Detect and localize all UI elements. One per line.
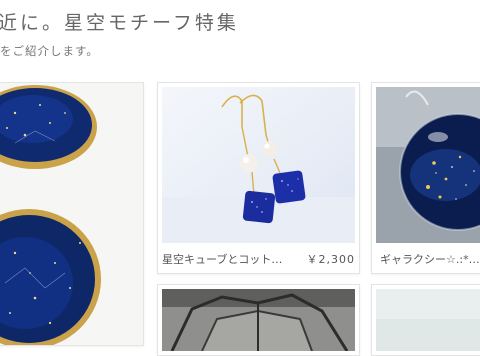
product-card[interactable]: ギャラクシー☆.:*… <box>371 82 480 274</box>
page-subtitle: をご紹介します。 <box>0 44 99 58</box>
product-price: ￥2,300 <box>306 253 355 266</box>
product-image[interactable] <box>376 87 480 243</box>
product-card[interactable] <box>371 284 480 356</box>
product-card[interactable] <box>0 82 144 346</box>
product-caption[interactable]: 星空キューブとコット… ￥2,300 <box>162 251 355 267</box>
product-name[interactable]: 星空キューブとコット… <box>162 251 282 267</box>
product-card[interactable]: 星空キューブとコット… ￥2,300 <box>157 82 360 274</box>
page-title: 近に。星空モチーフ特集 <box>0 12 239 34</box>
product-caption[interactable]: ギャラクシー☆.:*… <box>380 251 480 267</box>
product-image[interactable] <box>162 87 355 243</box>
product-image[interactable] <box>376 289 480 351</box>
product-image[interactable] <box>162 289 355 351</box>
product-image[interactable] <box>0 83 143 345</box>
product-card[interactable] <box>157 284 360 356</box>
product-name[interactable]: ギャラクシー☆.:*… <box>380 251 480 267</box>
